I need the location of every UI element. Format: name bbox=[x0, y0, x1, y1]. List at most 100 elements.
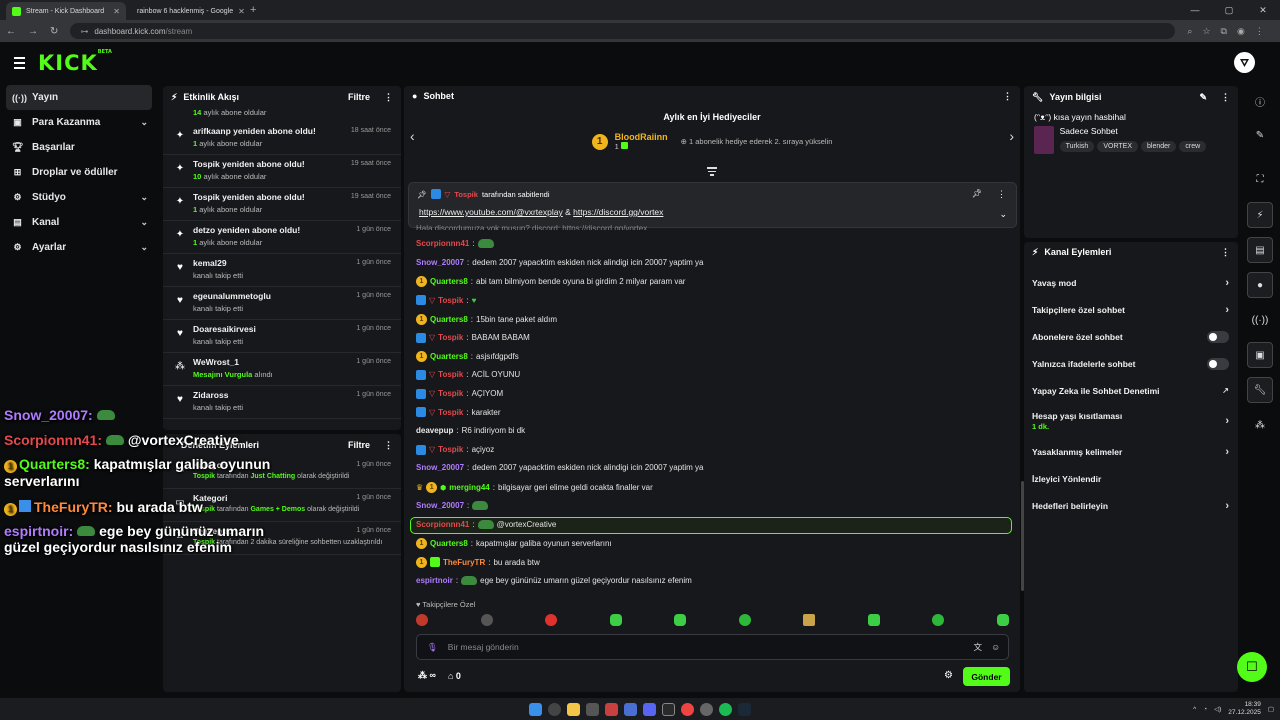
chat-message[interactable]: Snow_20007: dedem 2007 yapacktim eskiden … bbox=[416, 258, 704, 267]
points-toggle-icon[interactable]: ⁂ bbox=[1247, 412, 1273, 438]
channel-action-item[interactable]: Takipçilere özel sohbet › bbox=[1024, 296, 1238, 323]
chat-input[interactable]: 🎙︎ Bir mesaj gönderin 文 ☺ bbox=[416, 634, 1009, 660]
activity-toggle-icon[interactable]: ⚡︎ bbox=[1247, 202, 1273, 228]
microphone-icon[interactable]: 🎙︎ bbox=[427, 642, 438, 653]
activity-item[interactable]: ♥ kemal29 kanalı takip etti 1 gün önce bbox=[163, 254, 401, 287]
stream-tag[interactable]: VORTEX bbox=[1097, 141, 1138, 152]
collapse-gifters-icon[interactable] bbox=[707, 167, 717, 176]
close-window-icon[interactable]: ✕ bbox=[1246, 0, 1280, 20]
category-thumbnail[interactable] bbox=[1034, 126, 1054, 154]
activity-item[interactable]: ✦ arifkaanp yeniden abone oldu! 1 aylık ab… bbox=[163, 122, 401, 155]
chat-message[interactable]: 1 Quarters8: kapatmışlar galiba oyunun ser… bbox=[416, 538, 612, 550]
category-name[interactable]: Sadece Sohbet bbox=[1060, 126, 1228, 136]
sidebar-item-yayin[interactable]: ((·)) Yayın bbox=[6, 85, 152, 110]
chat-message[interactable]: espirtnoir: ege bey gününüz umarın güzel … bbox=[416, 575, 692, 585]
user-avatar[interactable] bbox=[1234, 52, 1255, 73]
chat-message[interactable]: Snow_20007: bbox=[416, 500, 491, 510]
chat-username[interactable]: Tospik bbox=[438, 333, 463, 342]
activity-item[interactable]: ✦ Tospik yeniden abone oldu! 10 aylık abon… bbox=[163, 155, 401, 188]
edit-pencil-icon[interactable]: ✎ bbox=[1199, 92, 1207, 103]
channel-action-item[interactable]: Yasaklanmış kelimeler › bbox=[1024, 438, 1238, 465]
chat-message[interactable]: Scorpionnn41: bbox=[416, 239, 497, 248]
bookmark-star-icon[interactable]: ☆ bbox=[1202, 26, 1210, 37]
clock[interactable]: 18:39 27.12.2025 bbox=[1228, 701, 1261, 717]
emote-icon[interactable] bbox=[609, 614, 622, 626]
broadcast-toggle-icon[interactable]: ((·)) bbox=[1247, 307, 1273, 333]
more-options-icon[interactable]: ⋮ bbox=[997, 189, 1006, 200]
prev-arrow-icon[interactable]: ‹ bbox=[410, 128, 415, 144]
notification-icon[interactable]: ▢ bbox=[1268, 705, 1274, 713]
obs-icon[interactable] bbox=[700, 702, 713, 716]
sidebar-item-ayarlar[interactable]: ⚙ Ayarlar ⌄ bbox=[0, 235, 160, 260]
browser-tab-kick[interactable]: Stream - Kick Dashboard ✕ bbox=[6, 2, 126, 20]
app-icon[interactable] bbox=[586, 702, 599, 716]
channel-action-item[interactable]: Yapay Zeka ile Sohbet Denetimi ↗ bbox=[1024, 377, 1238, 404]
emote-icon[interactable] bbox=[738, 614, 751, 626]
chat-username[interactable]: Tospik bbox=[438, 370, 463, 379]
activity-title-text[interactable]: Zidaross bbox=[193, 390, 243, 400]
chat-username[interactable]: Scorpionnn41 bbox=[416, 239, 469, 248]
search-icon[interactable] bbox=[548, 702, 561, 716]
toggle-switch[interactable] bbox=[1207, 330, 1229, 343]
close-tab-icon[interactable]: ✕ bbox=[238, 7, 245, 16]
unpin-icon[interactable]: 📌︎ bbox=[972, 189, 982, 198]
sidebar-item-droplar[interactable]: ⊞ Droplar ve ödüller bbox=[0, 160, 160, 185]
chat-message[interactable]: ▽ Tospik: karakter bbox=[416, 407, 500, 418]
browser-tab-google[interactable]: rainbow 6 hacklenmiş - Google ✕ bbox=[126, 2, 246, 20]
forward-icon[interactable]: → bbox=[28, 26, 38, 37]
moderation-toggle-icon[interactable]: ▤ bbox=[1247, 237, 1273, 263]
emote-icon[interactable] bbox=[803, 614, 816, 626]
new-tab-icon[interactable]: + bbox=[250, 4, 256, 16]
app-icon[interactable] bbox=[624, 702, 637, 716]
hamburger-menu-icon[interactable] bbox=[14, 57, 25, 72]
chat-message[interactable]: deavepup: R6 indiriyom bi dk bbox=[416, 426, 525, 435]
stream-tag[interactable]: Turkish bbox=[1059, 141, 1095, 152]
support-chat-icon[interactable]: ☐ bbox=[1237, 652, 1267, 682]
chat-message[interactable]: ▽ Tospik: ACİL OYUNU bbox=[416, 369, 520, 380]
top-gifter-name[interactable]: BloodRaiinn bbox=[615, 132, 668, 142]
chat-username[interactable]: Snow_20007 bbox=[416, 258, 464, 267]
maximize-icon[interactable]: ▢ bbox=[1212, 0, 1246, 20]
emote-icon[interactable] bbox=[416, 614, 428, 626]
app-icon[interactable] bbox=[605, 702, 618, 716]
volume-icon[interactable]: ◁) bbox=[1214, 705, 1221, 713]
activity-item[interactable]: ✦ detzo yeniden abone oldu! 1 aylık abone … bbox=[163, 221, 401, 254]
emote-icon[interactable] bbox=[867, 614, 880, 626]
site-info-icon[interactable]: ⊶ bbox=[80, 27, 88, 36]
channel-action-item[interactable]: İzleyici Yönlendir bbox=[1024, 465, 1238, 492]
url-field[interactable]: ⊶ dashboard.kick.com/stream bbox=[70, 23, 1176, 39]
activity-title-text[interactable]: egeunalummetoglu bbox=[193, 291, 271, 301]
kick-logo[interactable]: KICKBETA bbox=[38, 49, 112, 75]
extensions-icon[interactable]: ⧉ bbox=[1221, 26, 1227, 37]
emote-icon[interactable] bbox=[932, 614, 945, 626]
chat-username[interactable]: Tospik bbox=[438, 408, 463, 417]
chat-username[interactable]: Quarters8 bbox=[430, 539, 468, 548]
activity-item[interactable]: ♥ egeunalummetoglu kanalı takip etti 1 gün… bbox=[163, 287, 401, 320]
chat-message[interactable]: ♛ 1 ⬢ merging44: bilgisayar geri elime geldi… bbox=[416, 482, 653, 494]
menu-dots-icon[interactable]: ⋮ bbox=[1255, 26, 1264, 37]
activity-title-text[interactable]: detzo yeniden abone oldu! bbox=[193, 225, 300, 235]
channel-action-item[interactable]: Yalnızca ifadelerle sohbet bbox=[1024, 350, 1238, 377]
chat-message[interactable]: 1 Quarters8:15bin tane paket aldım bbox=[416, 313, 557, 325]
stream-tag[interactable]: blender bbox=[1141, 141, 1177, 152]
activity-title-text[interactable]: Tospik yeniden abone oldu! bbox=[193, 192, 305, 202]
chat-message[interactable]: Snow_20007: dedem 2007 yapacktim eskiden … bbox=[416, 463, 704, 472]
discord-icon[interactable] bbox=[643, 702, 656, 716]
chat-username[interactable]: Snow_20007 bbox=[416, 463, 464, 472]
filter-button[interactable]: Filtre bbox=[348, 92, 370, 102]
chat-message[interactable]: ▽ Tospik: AÇIYOM bbox=[416, 388, 503, 399]
spotify-icon[interactable] bbox=[719, 702, 732, 716]
emote-icon[interactable] bbox=[674, 614, 687, 626]
sidebar-item-basarilar[interactable]: 🏆︎ Başarılar bbox=[0, 135, 160, 160]
activity-title-text[interactable]: kemal29 bbox=[193, 258, 243, 268]
channel-action-item[interactable]: Hedefleri belirleyin › bbox=[1024, 492, 1238, 519]
emote-icon[interactable] bbox=[996, 614, 1009, 626]
fullscreen-icon[interactable]: ⛶ bbox=[1247, 166, 1273, 192]
activity-title-text[interactable]: Doaresaikirvesi bbox=[193, 324, 256, 334]
minimize-icon[interactable]: — bbox=[1178, 0, 1212, 20]
tray-arrow-icon[interactable]: ^ bbox=[1193, 706, 1196, 713]
chat-username[interactable]: Tospik bbox=[438, 296, 463, 305]
chat-username[interactable]: Scorpionnn41 bbox=[416, 520, 469, 529]
emoji-icon[interactable]: ☺ bbox=[991, 642, 1000, 652]
profile-icon[interactable]: ◉ bbox=[1237, 26, 1245, 37]
